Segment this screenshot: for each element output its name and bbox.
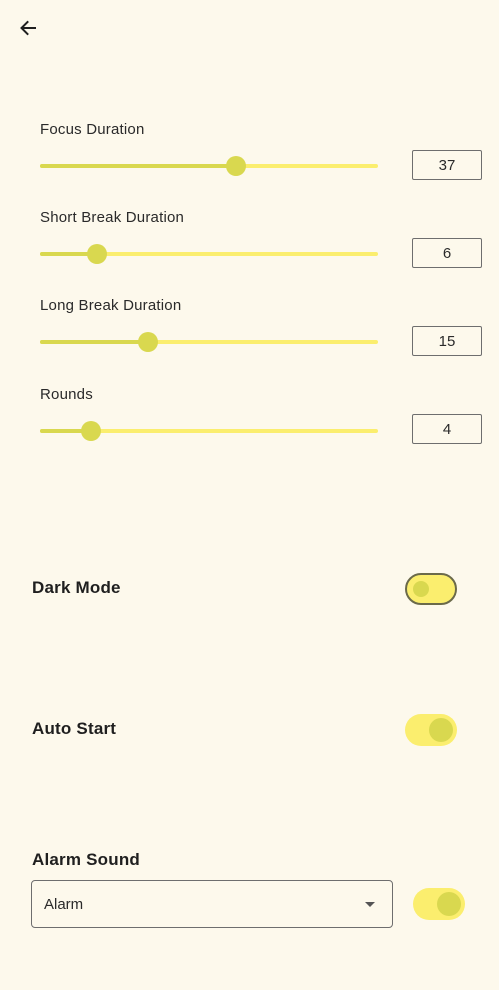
alarm-sound-toggle[interactable] (413, 888, 465, 920)
short-break-duration-slider[interactable] (40, 244, 378, 264)
short-break-duration-setting: Short Break Duration 6 (0, 209, 499, 289)
alarm-sound-selected: Alarm (44, 895, 84, 913)
toggle-knob (429, 718, 453, 742)
focus-duration-label: Focus Duration (40, 121, 145, 138)
alarm-sound-dropdown[interactable]: Alarm (31, 880, 393, 928)
slider-fill (40, 164, 237, 168)
long-break-duration-slider[interactable] (40, 332, 378, 352)
slider-thumb[interactable] (80, 421, 101, 441)
slider-thumb[interactable] (138, 332, 159, 352)
rounds-setting: Rounds 4 (0, 386, 499, 466)
focus-duration-slider[interactable] (40, 156, 378, 176)
rounds-label: Rounds (40, 386, 93, 403)
slider-thumb[interactable] (87, 244, 108, 264)
toggle-knob (437, 892, 461, 916)
long-break-duration-label: Long Break Duration (40, 297, 182, 314)
focus-duration-setting: Focus Duration 37 (0, 121, 499, 201)
slider-thumb[interactable] (226, 156, 247, 176)
rounds-value[interactable]: 4 (412, 414, 482, 444)
slider-fill (40, 340, 149, 344)
back-button[interactable] (14, 14, 42, 42)
short-break-duration-value[interactable]: 6 (412, 238, 482, 268)
caret-down-icon (365, 902, 375, 907)
auto-start-toggle[interactable] (405, 714, 457, 746)
alarm-sound-label: Alarm Sound (32, 850, 140, 869)
dark-mode-toggle[interactable] (405, 573, 457, 605)
auto-start-label: Auto Start (32, 719, 117, 738)
arrow-left-icon (20, 20, 36, 36)
rounds-slider[interactable] (40, 421, 378, 441)
toggle-knob (413, 581, 429, 597)
short-break-duration-label: Short Break Duration (40, 209, 185, 226)
focus-duration-value[interactable]: 37 (412, 150, 482, 180)
long-break-duration-setting: Long Break Duration 15 (0, 297, 499, 377)
long-break-duration-value[interactable]: 15 (412, 326, 482, 356)
dark-mode-label: Dark Mode (32, 578, 121, 597)
